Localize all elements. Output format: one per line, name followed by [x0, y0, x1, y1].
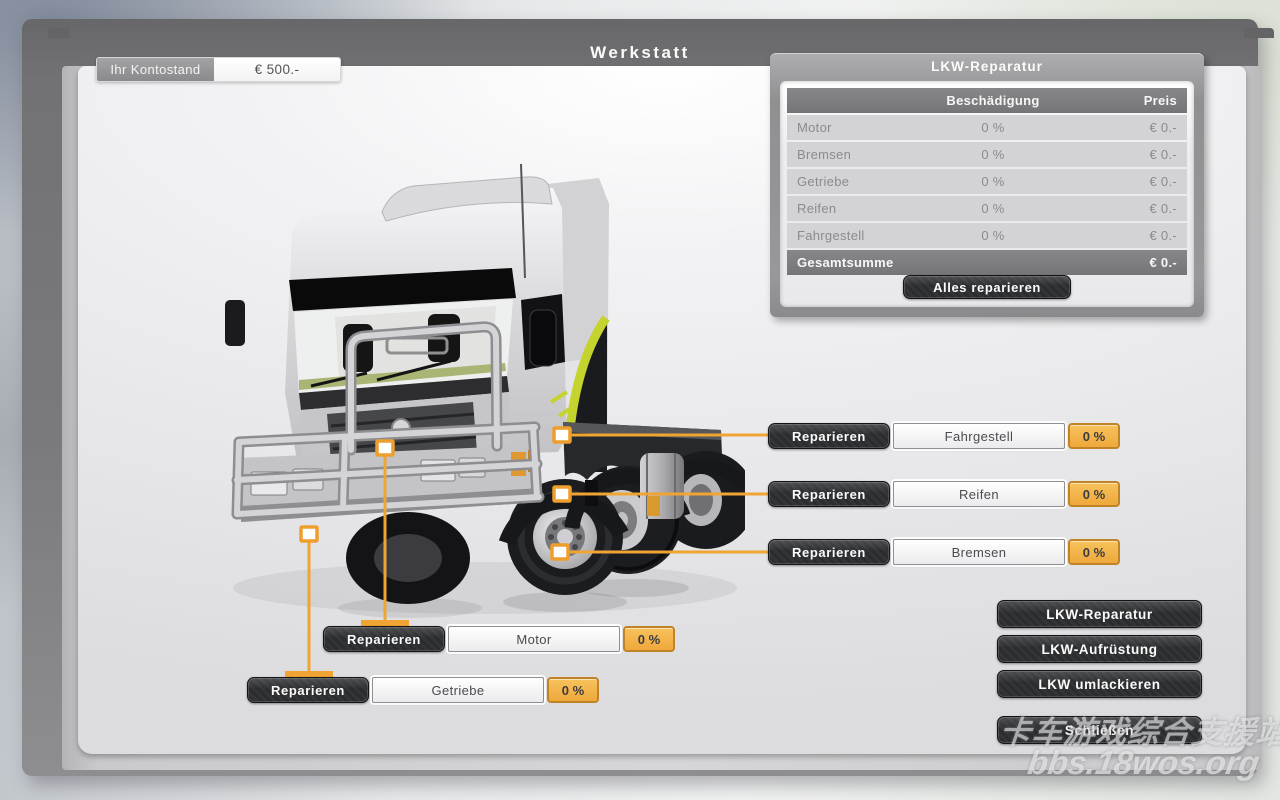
- row-damage: 0 %: [935, 147, 1051, 162]
- part-control-getriebe: Reparieren Getriebe 0 %: [247, 677, 599, 703]
- nav-lkw-umlackieren-button[interactable]: LKW umlackieren: [997, 670, 1202, 698]
- table-row: Fahrgestell 0 % € 0.-: [787, 223, 1187, 248]
- truck-image: [215, 150, 745, 620]
- header-damage: Beschädigung: [935, 93, 1051, 108]
- table-row: Motor 0 % € 0.-: [787, 115, 1187, 140]
- part-control-bremsen: Reparieren Bremsen 0 %: [768, 539, 1120, 565]
- total-label: Gesamtsumme: [787, 255, 935, 270]
- repair-panel-body: Beschädigung Preis Motor 0 % € 0.- Brems…: [780, 81, 1194, 307]
- repair-button-bremsen[interactable]: Reparieren: [768, 539, 890, 565]
- table-header: Beschädigung Preis: [787, 88, 1187, 113]
- row-price: € 0.-: [1051, 201, 1187, 216]
- damage-table: Beschädigung Preis Motor 0 % € 0.- Brems…: [787, 88, 1187, 277]
- damage-badge-bremsen: 0 %: [1068, 539, 1120, 565]
- part-control-reifen: Reparieren Reifen 0 %: [768, 481, 1120, 507]
- part-label-motor: Motor: [448, 626, 620, 652]
- frame-tab-left: [48, 28, 70, 38]
- damage-badge-fahrgestell: 0 %: [1068, 423, 1120, 449]
- repair-summary-panel: LKW-Reparatur Beschädigung Preis Motor 0…: [770, 53, 1204, 317]
- damage-badge-motor: 0 %: [623, 626, 675, 652]
- row-part: Bremsen: [787, 147, 935, 162]
- page-title: Werkstatt: [22, 43, 1258, 63]
- repair-button-reifen[interactable]: Reparieren: [768, 481, 890, 507]
- row-damage: 0 %: [935, 174, 1051, 189]
- part-marker-fahrgestell[interactable]: [554, 428, 570, 442]
- part-control-motor: Reparieren Motor 0 %: [323, 626, 675, 652]
- table-total-row: Gesamtsumme € 0.-: [787, 250, 1187, 275]
- damage-badge-getriebe: 0 %: [547, 677, 599, 703]
- row-part: Getriebe: [787, 174, 935, 189]
- row-part: Motor: [787, 120, 935, 135]
- part-label-fahrgestell: Fahrgestell: [893, 423, 1065, 449]
- total-price: € 0.-: [1051, 255, 1187, 270]
- werkstatt-screen: Werkstatt Ihr Kontostand € 500.-: [0, 0, 1280, 800]
- part-marker-motor[interactable]: [377, 441, 393, 455]
- row-damage: 0 %: [935, 120, 1051, 135]
- part-label-reifen: Reifen: [893, 481, 1065, 507]
- repair-button-fahrgestell[interactable]: Reparieren: [768, 423, 890, 449]
- frame-tab-right: [1244, 28, 1274, 38]
- table-row: Getriebe 0 % € 0.-: [787, 169, 1187, 194]
- part-marker-getriebe[interactable]: [301, 527, 317, 541]
- damage-badge-reifen: 0 %: [1068, 481, 1120, 507]
- row-damage: 0 %: [935, 228, 1051, 243]
- repair-button-getriebe[interactable]: Reparieren: [247, 677, 369, 703]
- table-row: Reifen 0 % € 0.-: [787, 196, 1187, 221]
- repair-all-button[interactable]: Alles reparieren: [903, 275, 1071, 299]
- row-part: Reifen: [787, 201, 935, 216]
- part-label-bremsen: Bremsen: [893, 539, 1065, 565]
- part-label-getriebe: Getriebe: [372, 677, 544, 703]
- part-marker-reifen[interactable]: [554, 487, 570, 501]
- row-price: € 0.-: [1051, 174, 1187, 189]
- repair-button-motor[interactable]: Reparieren: [323, 626, 445, 652]
- close-button[interactable]: Schließen: [997, 716, 1202, 744]
- nav-lkw-aufruestung-button[interactable]: LKW-Aufrüstung: [997, 635, 1202, 663]
- nav-lkw-reparatur-button[interactable]: LKW-Reparatur: [997, 600, 1202, 628]
- row-price: € 0.-: [1051, 228, 1187, 243]
- part-control-fahrgestell: Reparieren Fahrgestell 0 %: [768, 423, 1120, 449]
- row-price: € 0.-: [1051, 120, 1187, 135]
- part-marker-bremsen[interactable]: [552, 545, 568, 559]
- table-row: Bremsen 0 % € 0.-: [787, 142, 1187, 167]
- header-price: Preis: [1051, 93, 1187, 108]
- row-part: Fahrgestell: [787, 228, 935, 243]
- row-price: € 0.-: [1051, 147, 1187, 162]
- row-damage: 0 %: [935, 201, 1051, 216]
